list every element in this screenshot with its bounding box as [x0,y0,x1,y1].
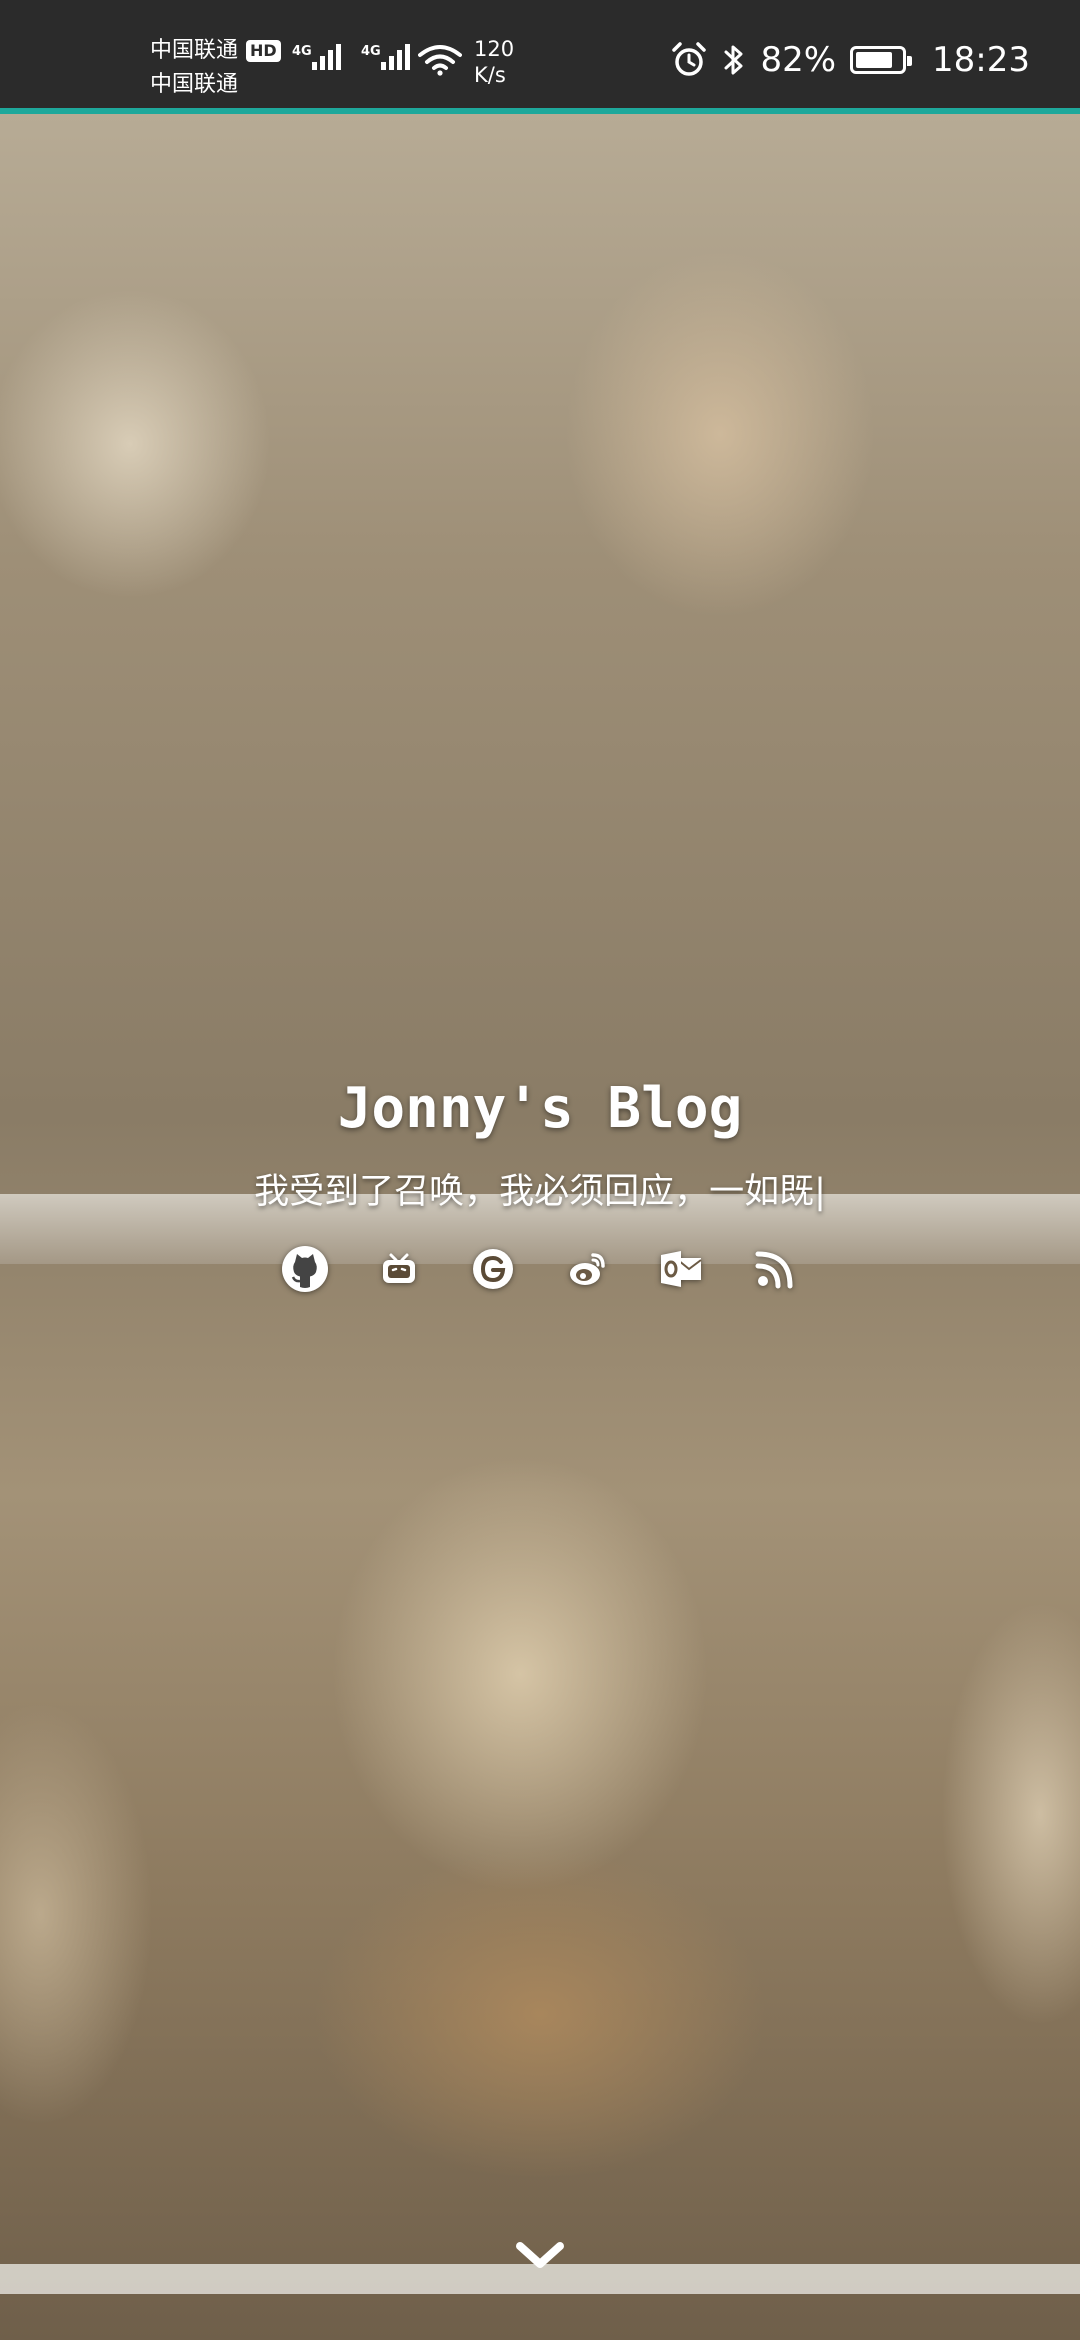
bluetooth-icon [724,45,743,75]
screen: 中国联通 HD 中国联通 4G 4G 120 K/s 82% 18:23 Jon… [0,0,1080,2340]
outlook-icon[interactable] [657,1245,705,1293]
blog-subtitle: 我受到了召唤，我必须回应，一如既| [254,1172,826,1212]
carrier-primary: 中国联通 [150,38,239,63]
battery-percent: 82% [760,40,837,80]
google-icon[interactable] [469,1245,517,1293]
hd-badge: HD [246,40,281,62]
signal-generation-label: 4G [292,44,312,59]
weibo-icon[interactable] [563,1245,611,1293]
bilibili-icon[interactable] [375,1245,423,1293]
carrier-secondary: 中国联通 [150,72,239,97]
status-bar: 中国联通 HD 中国联通 4G 4G 120 K/s 82% 18:23 [0,0,1080,110]
net-speed-value: 120 [474,37,515,61]
signal-strength-icon: 4G [292,44,341,70]
wifi-icon [418,45,462,76]
blog-title: Jonny's Blog [337,1076,743,1141]
signal-generation-label-2: 4G [361,44,381,59]
github-icon[interactable] [281,1245,329,1293]
accent-line [0,108,1080,114]
net-speed-unit: K/s [474,63,506,87]
hero-background-image [0,114,1080,2340]
scroll-down-chevron-icon[interactable] [512,2235,568,2275]
right-status: 82% 18:23 [670,40,1030,80]
carrier-info: 中国联通 HD 中国联通 [150,34,281,102]
social-links [0,1245,1080,1293]
rss-icon[interactable] [751,1245,799,1293]
signal-strength-icon-2: 4G [361,44,410,70]
battery-level [856,52,893,68]
battery-icon [850,46,913,74]
signal-group: 4G 4G [292,44,410,70]
clock: 18:23 [932,40,1030,80]
alarm-icon [672,42,707,76]
net-speed: 120 K/s [474,36,514,88]
